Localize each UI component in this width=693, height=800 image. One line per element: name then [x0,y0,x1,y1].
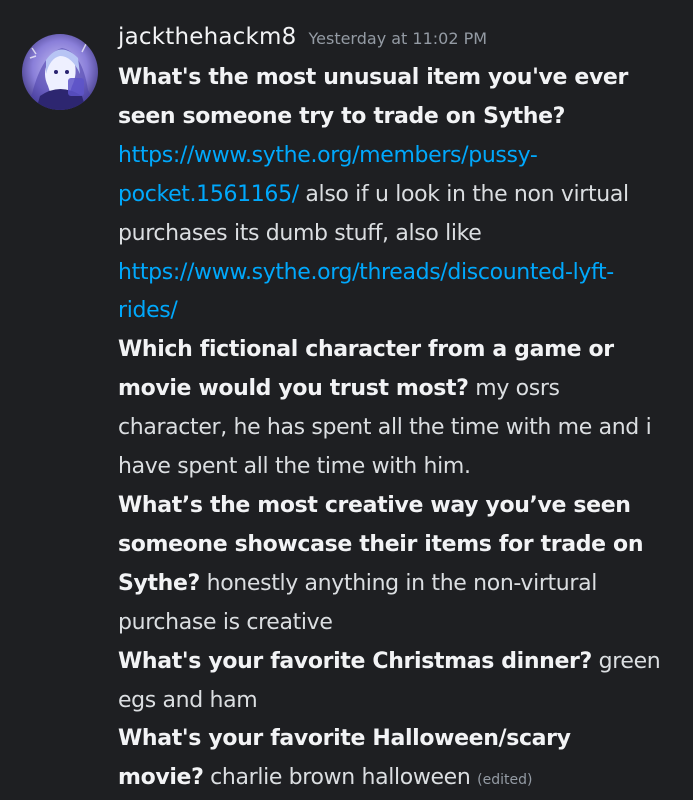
message-body: What's the most unusual item you've ever… [118,59,663,800]
username[interactable]: jackthehackm8 [118,24,296,50]
qa-entry: Which fictional character from a game or… [118,331,663,487]
qa-entry: What’s the most creative way you’ve seen… [118,487,663,643]
question-text: What's your favorite Christmas dinner? [118,648,592,674]
message-header: jackthehackm8 Yesterday at 11:02 PM [118,24,663,58]
user-avatar[interactable] [22,34,98,110]
qa-entry: What's your favorite Christmas dinner? g… [118,643,663,721]
edited-label[interactable]: (edited) [477,772,532,788]
qa-entry: What's your favorite Halloween/scary mov… [118,720,663,800]
anime-avatar-icon [22,34,98,110]
question-text: What's the most unusual item you've ever… [118,65,629,129]
chat-message: jackthehackm8 Yesterday at 11:02 PM What… [0,0,693,800]
qa-entry: What's the most unusual item you've ever… [118,59,663,331]
message-timestamp[interactable]: Yesterday at 11:02 PM [308,29,487,48]
thread-link[interactable]: https://www.sythe.org/threads/discounted… [118,260,614,324]
answer-text: charlie brown halloween [203,765,471,791]
